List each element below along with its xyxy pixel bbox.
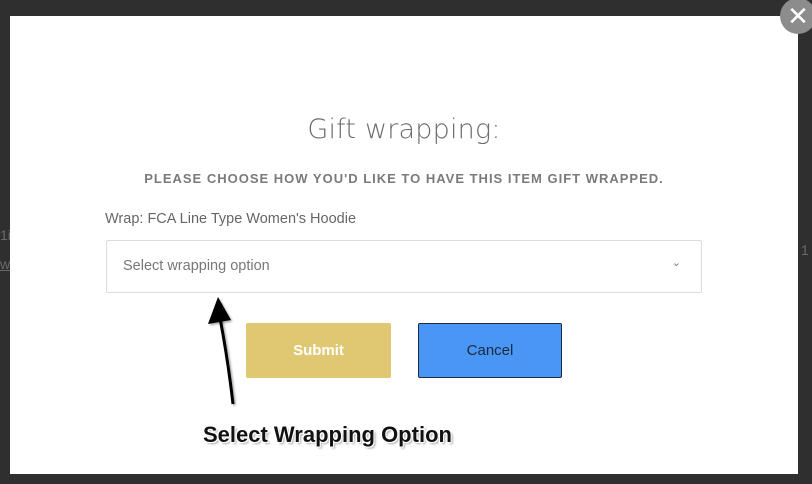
background-fragment: w — [0, 256, 11, 272]
chevron-down-icon: ⌄ — [671, 257, 681, 269]
gift-wrapping-modal: Gift wrapping: PLEASE CHOOSE HOW YOU'D L… — [10, 16, 798, 474]
wrapping-option-select[interactable]: Select wrapping option ⌄ — [106, 240, 702, 293]
wrap-item-label: Wrap: FCA Line Type Women's Hoodie — [105, 211, 357, 227]
modal-subtitle: PLEASE CHOOSE HOW YOU'D LIKE TO HAVE THI… — [144, 171, 664, 186]
close-icon[interactable]: ✕ — [780, 0, 812, 34]
submit-button[interactable]: Submit — [246, 323, 391, 378]
select-placeholder: Select wrapping option — [123, 258, 270, 274]
annotation-label: Select Wrapping Option — [203, 422, 452, 447]
modal-title: Gift wrapping: — [307, 114, 501, 145]
cancel-button[interactable]: Cancel — [418, 323, 562, 378]
background-fragment: 1 — [801, 242, 809, 258]
